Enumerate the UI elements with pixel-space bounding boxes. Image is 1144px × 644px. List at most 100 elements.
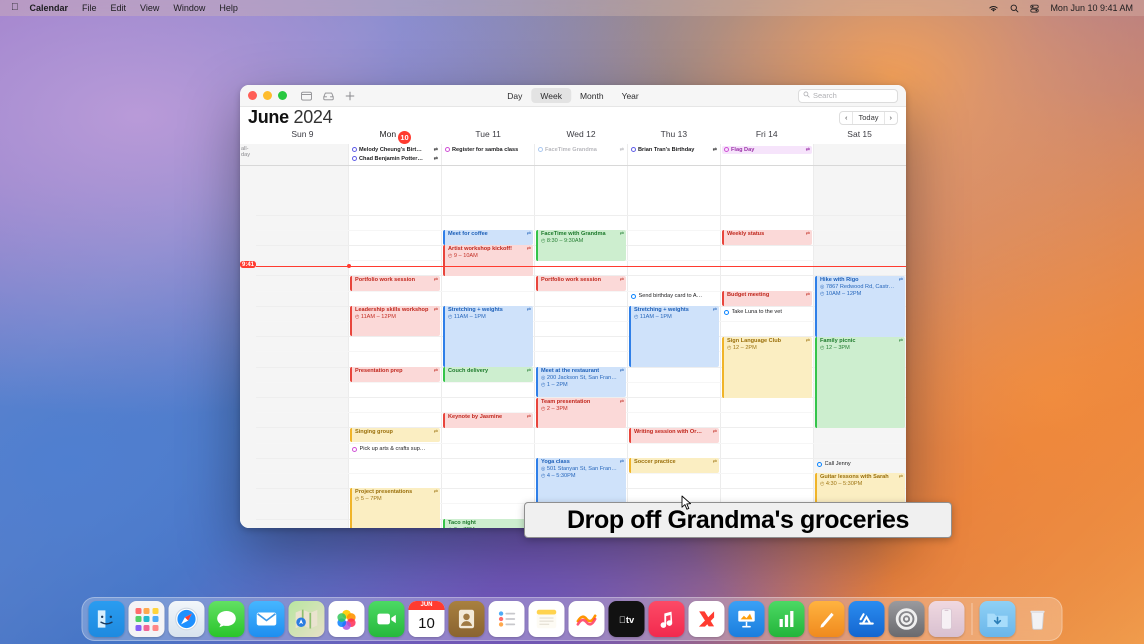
all-day-column-2[interactable]: Register for samba class	[441, 144, 534, 165]
calendar-event[interactable]: Stretching + weights ⇄ ◴ 11AM – 1PM	[443, 305, 533, 367]
reminder-checkbox-icon[interactable]	[631, 293, 636, 299]
next-week-button[interactable]: ›	[885, 112, 897, 124]
search-icon[interactable]	[1010, 4, 1019, 13]
menu-item-file[interactable]: File	[82, 3, 97, 13]
calendar-view-icon[interactable]	[301, 91, 312, 101]
dock-item-apple-tv[interactable]: tv	[608, 601, 645, 637]
calendar-event[interactable]: Guitar lessons with Sarah ⇄ ◴ 4:30 – 5:30PM	[815, 472, 905, 504]
tab-year[interactable]: Year	[613, 88, 648, 103]
all-day-event[interactable]: Flag Day ⇄	[722, 145, 812, 154]
tab-day[interactable]: Day	[498, 88, 531, 103]
reminder-checkbox-icon[interactable]	[352, 446, 357, 452]
menu-item-window[interactable]: Window	[173, 3, 205, 13]
wifi-icon[interactable]	[988, 4, 999, 13]
all-day-column-4[interactable]: Brian Tran's Birthday ⇄	[627, 144, 720, 165]
dock-item-facetime[interactable]	[368, 601, 405, 637]
all-day-column-6[interactable]	[813, 144, 906, 165]
calendar-event[interactable]: Weekly status ⇄	[722, 229, 812, 245]
dock-item-news[interactable]	[688, 601, 725, 637]
dock-item-contacts[interactable]	[448, 601, 485, 637]
reminder-checkbox-icon[interactable]	[817, 461, 822, 467]
calendar-event[interactable]: Keynote by Jasmine ⇄	[443, 412, 533, 428]
day-header-wed[interactable]: Wed 12	[535, 129, 628, 144]
calendar-event[interactable]: Leadership skills workshop ⇄ ◴ 11AM – 12PM	[350, 305, 440, 336]
day-column-5[interactable]: Weekly status ⇄ Budget meeting ⇄ Sign Langua…	[720, 165, 813, 528]
dock-item-safari[interactable]	[168, 601, 205, 637]
dock-item-app-store[interactable]	[848, 601, 885, 637]
dock-item-notes[interactable]	[528, 601, 565, 637]
dock-item-mail[interactable]	[248, 601, 285, 637]
calendar-event[interactable]: FaceTime with Grandma ⇄ ◴ 8:30 – 9:30AM	[536, 229, 626, 261]
day-header-sat[interactable]: Sat 15	[813, 129, 906, 144]
day-header-thu[interactable]: Thu 13	[627, 129, 720, 144]
calendar-event[interactable]: Project presentations ⇄ ◴ 5 – 7PM	[350, 487, 440, 528]
today-button[interactable]: Today	[853, 112, 883, 124]
apple-menu-icon[interactable]: 	[11, 3, 19, 13]
reminder-item[interactable]: Take Luna to the vet	[722, 308, 812, 317]
search-field[interactable]: Search	[798, 88, 898, 103]
maximize-button[interactable]	[278, 91, 287, 100]
calendar-event[interactable]: Singing group ⇄	[350, 427, 440, 442]
calendar-event[interactable]: Team presentation ⇄ ◴ 2 – 3PM	[536, 397, 626, 428]
menu-item-calendar[interactable]: Calendar	[30, 3, 69, 13]
dock-item-pages[interactable]	[808, 601, 845, 637]
day-column-3[interactable]: FaceTime with Grandma ⇄ ◴ 8:30 – 9:30AM Port…	[534, 165, 627, 528]
all-day-column-3[interactable]: FaceTime Grandma ⇄	[534, 144, 627, 165]
dock-item-music[interactable]	[648, 601, 685, 637]
dock-item-numbers[interactable]	[768, 601, 805, 637]
calendar-event[interactable]: Meet for coffee ⇄	[443, 229, 533, 245]
previous-week-button[interactable]: ‹	[840, 112, 852, 124]
calendar-event[interactable]: Meet at the restaurant ⇄ ◎ 200 Jackson St, …	[536, 366, 626, 397]
calendar-event[interactable]: Stretching + weights ⇄ ◴ 11AM – 1PM	[629, 305, 719, 367]
day-header-fri[interactable]: Fri 14	[720, 129, 813, 144]
calendar-event[interactable]: Artist workshop kickoff! ⇄ ◴ 9 – 10AM	[443, 244, 533, 276]
day-header-mon[interactable]: Mon 10	[349, 129, 442, 144]
calendar-event[interactable]: Writing session with Or… ⇄	[629, 427, 719, 443]
dock-item-maps[interactable]	[288, 601, 325, 637]
day-column-2[interactable]: Meet for coffee ⇄ Artist workshop kickoff!…	[441, 165, 534, 528]
day-header-tue[interactable]: Tue 11	[442, 129, 535, 144]
menu-item-edit[interactable]: Edit	[111, 3, 127, 13]
calendar-event[interactable]: Taco night◴6 – 7PM	[443, 518, 533, 528]
dock-item-reminders[interactable]	[488, 601, 525, 637]
calendar-event[interactable]: Couch delivery ⇄	[443, 366, 533, 382]
dock-item-finder[interactable]	[88, 601, 125, 637]
calendar-event[interactable]: Soccer practice ⇄	[629, 457, 719, 473]
add-event-icon[interactable]	[345, 91, 355, 101]
reminder-checkbox-icon[interactable]	[724, 309, 729, 315]
day-column-6[interactable]: Hike with Rigo ⇄ ◎ 7867 Redwood Rd, Castr… ◴…	[813, 165, 906, 528]
calendar-grid[interactable]: 8 AM9 AM10 AM11 AM12 PM1 PM2 PM3 PM4 PM5…	[240, 165, 906, 528]
dock-item-freeform[interactable]	[568, 601, 605, 637]
tab-week[interactable]: Week	[531, 88, 571, 103]
reminder-item[interactable]: Send birthday card to A…	[629, 292, 719, 301]
all-day-column-0[interactable]	[256, 144, 348, 165]
all-day-event[interactable]: Register for samba class	[443, 146, 533, 155]
day-column-4[interactable]: Stretching + weights ⇄ ◴ 11AM – 1PM Writing …	[627, 165, 720, 528]
dock-item-messages[interactable]	[208, 601, 245, 637]
dock-item-photos[interactable]	[328, 601, 365, 637]
calendar-event[interactable]: Sign Language Club ⇄ ◴ 12 – 2PM	[722, 336, 812, 398]
all-day-event[interactable]: FaceTime Grandma ⇄	[536, 146, 626, 155]
dock-item-launchpad[interactable]	[128, 601, 165, 637]
control-center-icon[interactable]	[1030, 4, 1040, 13]
day-column-0[interactable]	[256, 165, 348, 528]
all-day-event[interactable]: Brian Tran's Birthday ⇄	[629, 146, 719, 155]
minimize-button[interactable]	[263, 91, 272, 100]
dock-item-trash[interactable]	[1020, 601, 1056, 637]
all-day-event[interactable]: Melody Cheung's Birt… ⇄	[350, 146, 440, 155]
calendar-event[interactable]: Presentation prep ⇄	[350, 366, 440, 382]
reminder-item[interactable]: Pick up arts & crafts sup…	[350, 445, 440, 454]
calendar-event[interactable]: Portfolio work session ⇄	[536, 275, 626, 291]
dock-item-keynote[interactable]	[728, 601, 765, 637]
dock-item-iphone-mirroring[interactable]	[928, 601, 965, 637]
all-day-column-1[interactable]: Melody Cheung's Birt… ⇄ Chad Benjamin Pott…	[348, 144, 441, 165]
dock-item-calendar[interactable]: JUN 10	[408, 601, 445, 637]
reminder-item[interactable]: Call Jenny	[815, 460, 905, 469]
day-column-1[interactable]: Portfolio work session ⇄ Leadership skills…	[348, 165, 441, 528]
day-header-sun[interactable]: Sun 9	[256, 129, 349, 144]
inbox-icon[interactable]	[323, 91, 334, 101]
menu-item-view[interactable]: View	[140, 3, 159, 13]
calendar-event[interactable]: Hike with Rigo ⇄ ◎ 7867 Redwood Rd, Castr… ◴…	[815, 275, 905, 337]
tab-month[interactable]: Month	[571, 88, 613, 103]
calendar-event[interactable]: Budget meeting ⇄	[722, 290, 812, 306]
